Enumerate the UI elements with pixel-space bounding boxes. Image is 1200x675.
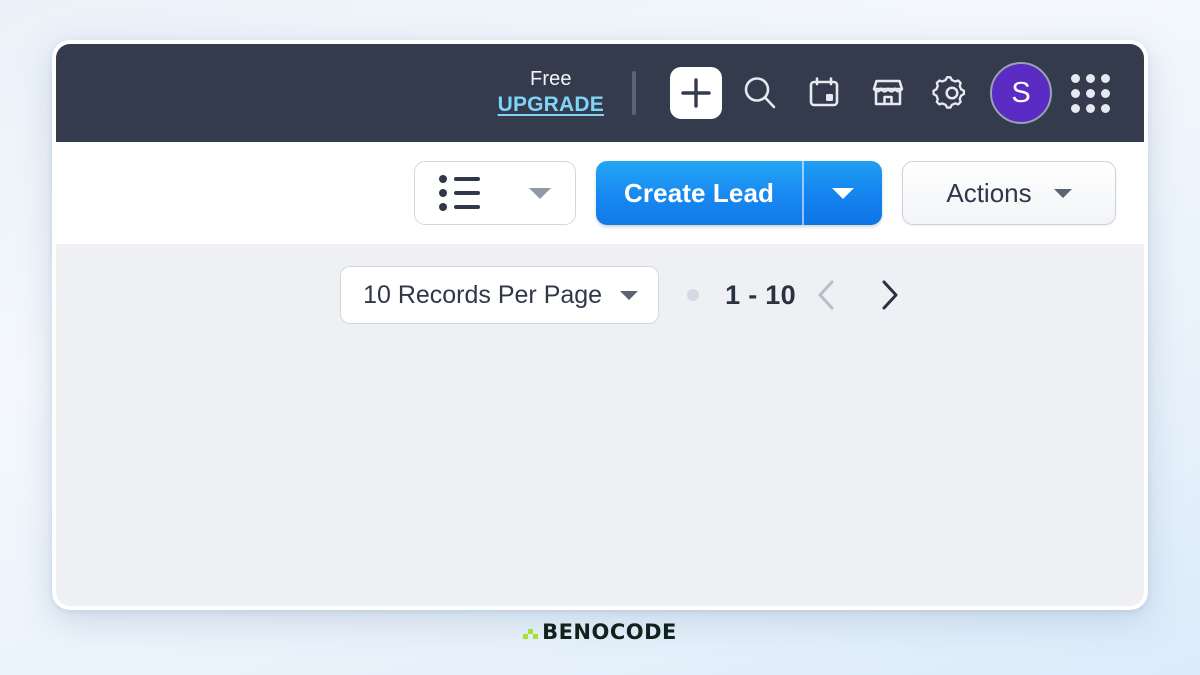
app-launcher-button[interactable] [1058, 61, 1122, 125]
top-navigation-bar: Free UPGRADE S [56, 44, 1144, 142]
chevron-left-icon [818, 280, 834, 310]
add-button[interactable] [664, 61, 728, 125]
records-content-area: 10 Records Per Page 1 - 10 [56, 244, 1144, 606]
search-icon [744, 77, 776, 109]
actions-label: Actions [946, 177, 1032, 208]
app-grid-icon [1070, 73, 1110, 113]
logo-text: BENOCODE [542, 620, 677, 644]
list-view-icon [439, 175, 481, 211]
view-selector[interactable] [414, 161, 577, 225]
gear-icon [932, 76, 966, 109]
top-navigation-actions: Free UPGRADE S [498, 61, 1122, 125]
calendar-button[interactable] [792, 61, 856, 125]
store-icon [872, 79, 904, 106]
plan-label: Free [530, 68, 572, 91]
records-per-page-selector[interactable]: 10 Records Per Page [340, 266, 660, 324]
calendar-icon [809, 77, 839, 107]
page-range-label: 1 - 10 [725, 279, 796, 310]
create-lead-split-button: Create Lead [596, 161, 882, 225]
avatar[interactable]: S [990, 62, 1052, 124]
plan-status: Free UPGRADE [498, 67, 604, 118]
previous-page-button[interactable] [796, 264, 858, 326]
marketplace-button[interactable] [856, 61, 920, 125]
upgrade-link[interactable]: UPGRADE [498, 92, 604, 118]
chevron-down-icon [832, 187, 854, 199]
footer-logo: BENOCODE [0, 620, 1200, 644]
pagination-status-dot [687, 289, 700, 301]
app-window-inner: Free UPGRADE S Create Lead Actions 10 Re… [56, 44, 1144, 606]
records-per-page-label: 10 Records Per Page [363, 280, 603, 309]
action-toolbar: Create Lead Actions [56, 142, 1144, 244]
chevron-down-icon [620, 290, 639, 300]
chevron-down-icon [528, 187, 551, 199]
plus-icon [670, 67, 722, 119]
topbar-divider [632, 71, 636, 115]
chevron-right-icon [882, 280, 898, 310]
search-button[interactable] [728, 61, 792, 125]
chevron-down-icon [1053, 188, 1072, 198]
actions-button[interactable]: Actions [902, 161, 1116, 225]
pagination-bar: 10 Records Per Page 1 - 10 [56, 264, 1144, 326]
next-page-button[interactable] [858, 264, 920, 326]
benocode-mark-icon [523, 623, 539, 641]
app-window: Free UPGRADE S Create Lead Actions 10 Re… [52, 40, 1148, 610]
create-lead-dropdown-button[interactable] [802, 161, 882, 225]
create-lead-button[interactable]: Create Lead [596, 161, 802, 225]
settings-button[interactable] [920, 61, 984, 125]
